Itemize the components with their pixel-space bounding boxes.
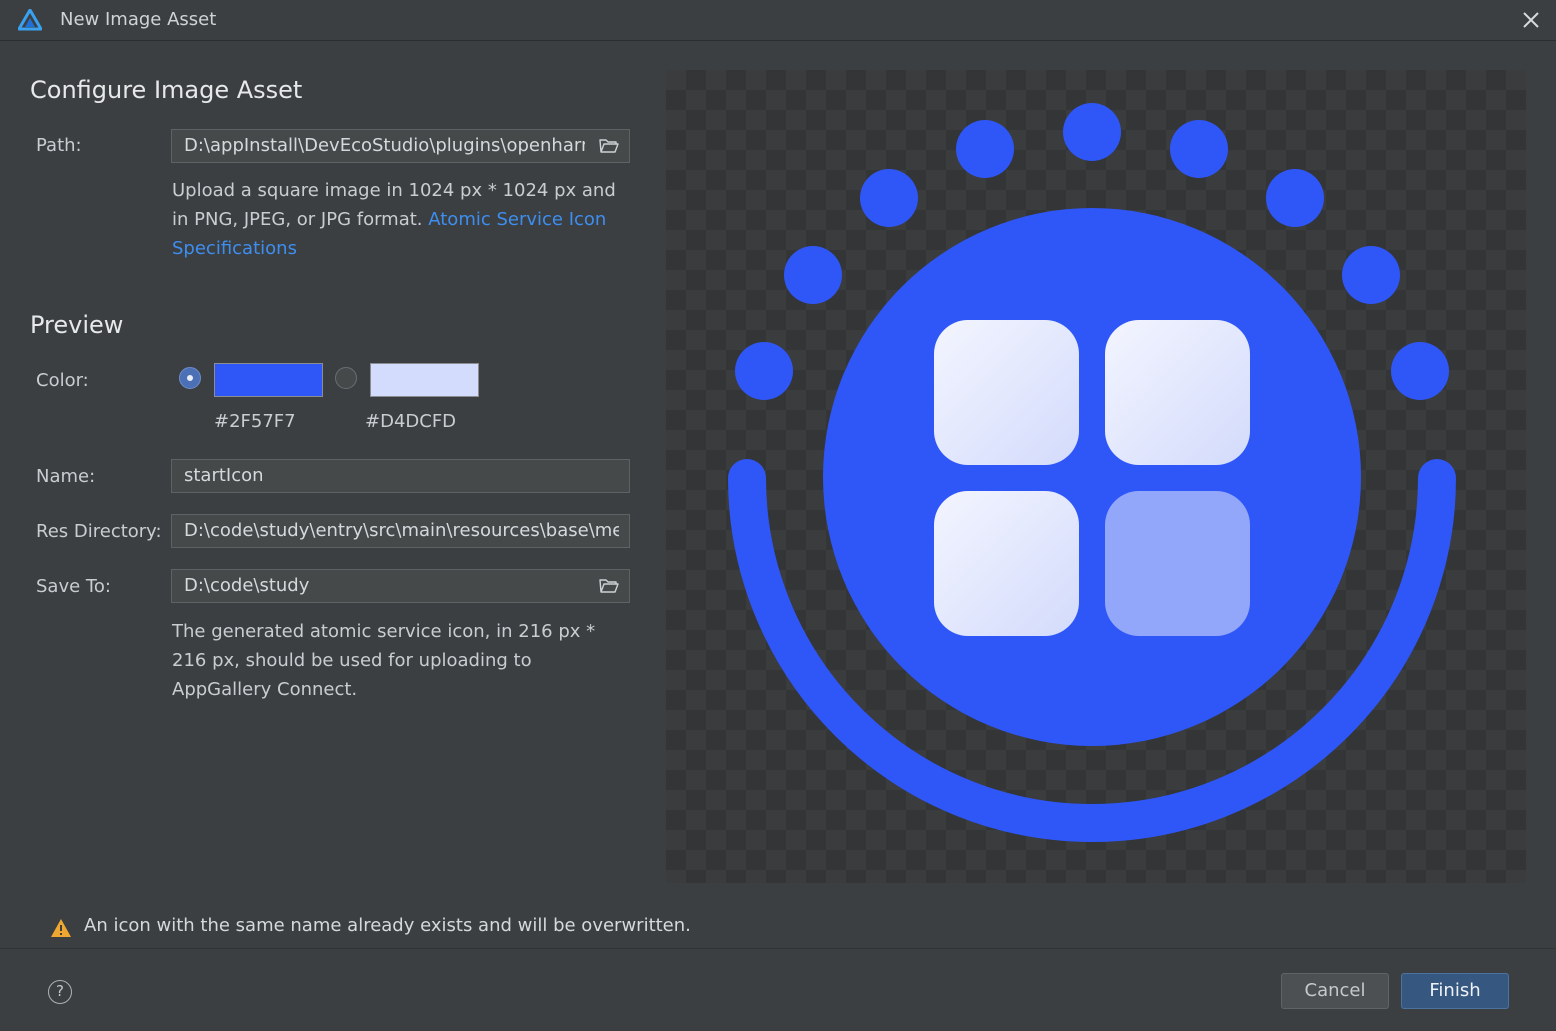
- color-hex-light: #D4DCFD: [365, 411, 457, 432]
- color-label: Color:: [36, 370, 89, 391]
- color-swatch-blue[interactable]: [214, 363, 323, 397]
- color-swatch-light[interactable]: [370, 363, 479, 397]
- resdir-value: D:\code\study\entry\src\main\resources\b…: [184, 520, 619, 541]
- name-value: startIcon: [184, 465, 264, 486]
- title-bar: New Image Asset: [0, 0, 1556, 41]
- color-hex-blue: #2F57F7: [214, 411, 296, 432]
- atomic-service-icon: [728, 103, 1456, 842]
- configure-heading: Configure Image Asset: [30, 76, 303, 104]
- name-input[interactable]: startIcon: [171, 459, 630, 493]
- upload-help-text: Upload a square image in 1024 px * 1024 …: [172, 176, 632, 263]
- output-note: The generated atomic service icon, in 21…: [172, 621, 596, 700]
- resdir-field[interactable]: D:\code\study\entry\src\main\resources\b…: [171, 514, 630, 548]
- folder-open-icon[interactable]: [599, 578, 619, 594]
- cancel-button[interactable]: Cancel: [1281, 973, 1389, 1009]
- close-icon[interactable]: [1519, 8, 1543, 32]
- preview-heading: Preview: [30, 311, 124, 339]
- deveco-logo-icon: [18, 9, 42, 31]
- footer-divider: [0, 948, 1556, 949]
- saveto-field[interactable]: D:\code\study: [171, 569, 630, 603]
- saveto-label: Save To:: [36, 576, 111, 597]
- folder-open-icon[interactable]: [599, 138, 619, 154]
- help-button[interactable]: ?: [48, 980, 72, 1004]
- icon-preview: [666, 70, 1526, 883]
- color-radio-light[interactable]: [335, 367, 357, 389]
- window-title: New Image Asset: [60, 9, 217, 30]
- color-radio-blue[interactable]: [179, 367, 201, 389]
- warning-icon: [51, 919, 71, 937]
- resdir-label: Res Directory:: [36, 521, 162, 542]
- path-label: Path:: [36, 135, 82, 156]
- path-value: D:\appInstall\DevEcoStudio\plugins\openh…: [184, 135, 585, 156]
- name-label: Name:: [36, 466, 96, 487]
- finish-button[interactable]: Finish: [1401, 973, 1509, 1009]
- warning-text: An icon with the same name already exist…: [84, 915, 691, 936]
- saveto-value: D:\code\study: [184, 575, 310, 596]
- path-field[interactable]: D:\appInstall\DevEcoStudio\plugins\openh…: [171, 129, 630, 163]
